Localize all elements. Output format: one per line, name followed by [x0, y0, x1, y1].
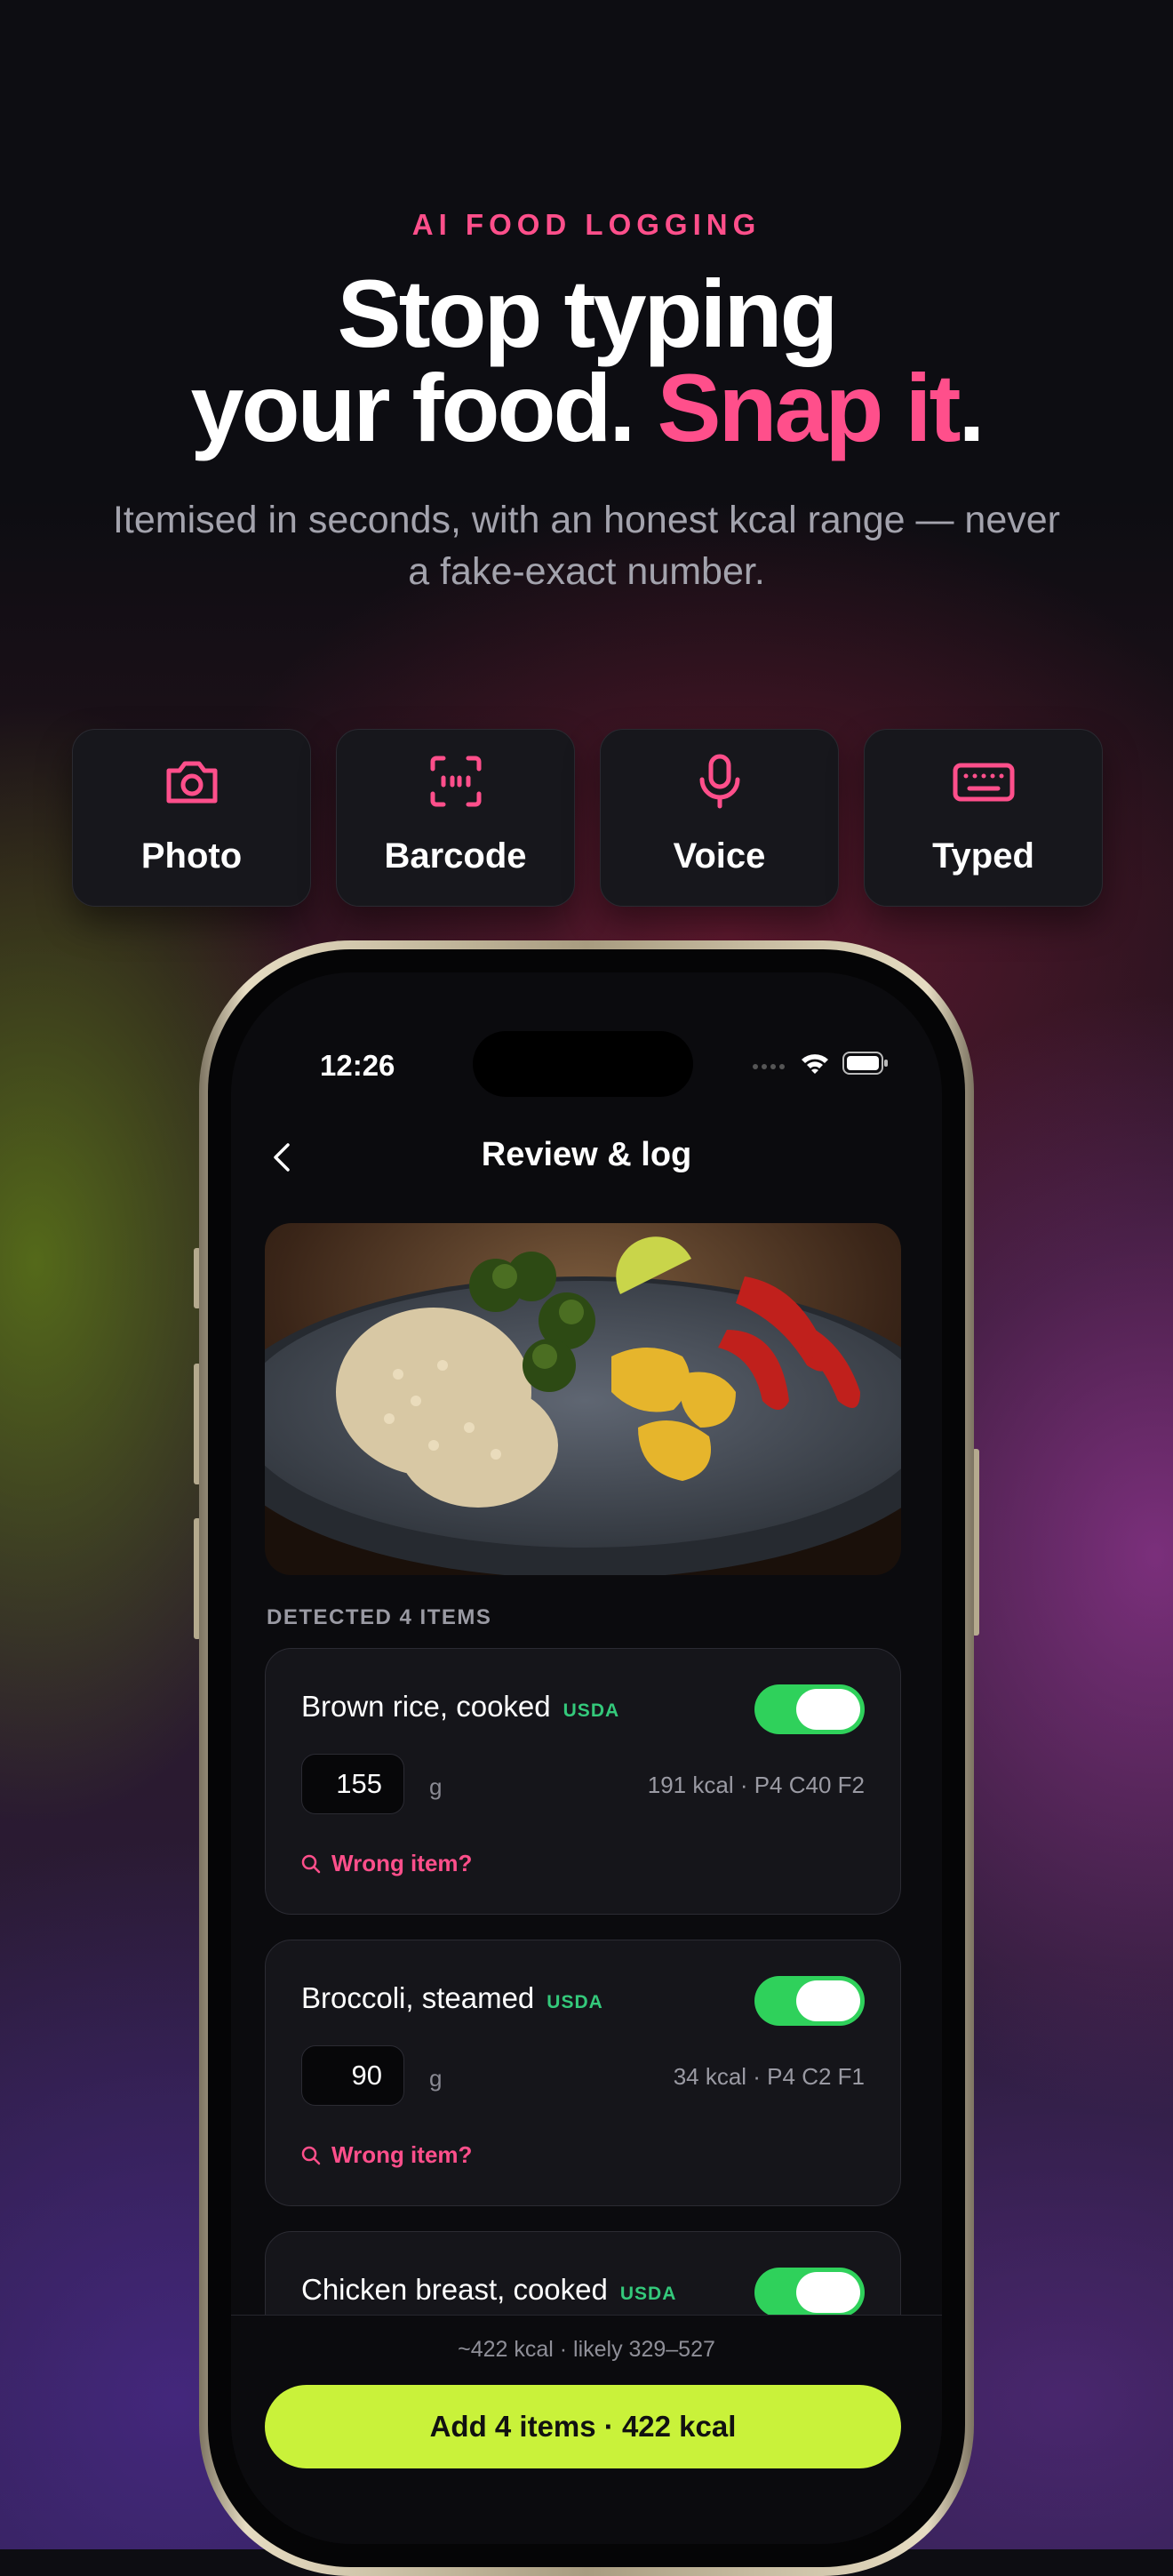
source-badge: USDA: [563, 1700, 620, 1721]
microphone-icon: [601, 753, 838, 810]
search-icon: [301, 1854, 321, 1873]
keyboard-icon: [865, 753, 1102, 810]
include-item-toggle[interactable]: [754, 1976, 865, 2026]
search-icon: [301, 2146, 321, 2164]
food-item-title: Chicken breast, cooked: [301, 2273, 608, 2306]
input-modes: Photo Barcode Voice Typed: [72, 729, 1103, 907]
log-footer: ~422 kcal · likely 329–527 Add 4 items ·…: [231, 2315, 942, 2544]
wrong-item-link[interactable]: Wrong item?: [301, 2141, 472, 2169]
phone-bezel: 12:26 Review & log DETECTED 4 ITEMS Brow…: [208, 949, 965, 2567]
camera-icon: [73, 753, 310, 810]
battery-icon: [842, 1052, 888, 1075]
macro-summary: 34 kcal · P4 C2 F1: [673, 2063, 865, 2090]
mode-label: Photo: [140, 836, 243, 876]
food-item-name: Chicken breast, cooked USDA: [301, 2273, 676, 2307]
cellular-signal-icon: [753, 1064, 785, 1069]
food-item-card: Brown rice, cooked USDA 155 g 191 kcal · …: [265, 1648, 901, 1915]
food-item-name: Broccoli, steamed USDA: [301, 1981, 603, 2015]
subtitle: Itemised in seconds, with an honest kcal…: [112, 499, 1060, 593]
quantity-input[interactable]: 90: [301, 2045, 404, 2106]
headline-accent: Snap it: [657, 354, 961, 461]
eyebrow-label: AI FOOD LOGGING: [411, 208, 762, 241]
toggle-knob: [796, 1689, 860, 1730]
wrong-item-label: Wrong item?: [331, 2141, 473, 2168]
dynamic-island: [473, 1031, 693, 1097]
status-icons: [752, 1051, 889, 1076]
phone-screen: 12:26 Review & log DETECTED 4 ITEMS Brow…: [231, 972, 942, 2544]
phone-frame: 12:26 Review & log DETECTED 4 ITEMS Brow…: [199, 940, 974, 2576]
quantity-unit: g: [429, 1773, 443, 1800]
mode-voice-button[interactable]: Voice: [600, 729, 839, 907]
wifi-icon: [802, 1054, 828, 1074]
headline-line-1: Stop typing: [337, 260, 839, 367]
headline-line-2: your food. Snap it.: [0, 360, 1173, 456]
barcode-scan-icon: [337, 753, 574, 810]
status-time: 12:26: [320, 1049, 395, 1082]
page-title: Review & log: [481, 1136, 692, 1173]
headline-period: .: [958, 354, 985, 461]
toggle-knob: [796, 1980, 860, 2021]
headline: Stop typing your food. Snap it.: [0, 260, 1173, 456]
detected-items-label: DETECTED 4 ITEMS: [267, 1605, 492, 1629]
mode-label: Barcode: [384, 836, 527, 876]
include-item-toggle[interactable]: [754, 1684, 865, 1734]
quantity-input[interactable]: 155: [301, 1754, 404, 1814]
source-badge: USDA: [619, 2284, 677, 2304]
wrong-item-link[interactable]: Wrong item?: [301, 1850, 472, 1877]
macro-summary: 191 kcal · P4 C40 F2: [647, 1772, 865, 1798]
food-item-name: Brown rice, cooked USDA: [301, 1690, 619, 1724]
mode-label: Voice: [673, 836, 766, 876]
meal-photo: [265, 1223, 901, 1575]
mode-typed-button[interactable]: Typed: [864, 729, 1103, 907]
kcal-range: ~422 kcal · likely 329–527: [458, 2337, 715, 2362]
source-badge: USDA: [547, 1992, 603, 2012]
toggle-knob: [796, 2272, 860, 2313]
mode-label: Typed: [932, 836, 1034, 876]
food-item-card: Broccoli, steamed USDA 90 g 34 kcal · P4 …: [265, 1940, 901, 2206]
wrong-item-label: Wrong item?: [331, 1850, 473, 1876]
headline-text: your food.: [190, 354, 658, 461]
include-item-toggle[interactable]: [754, 2268, 865, 2317]
mode-photo-button[interactable]: Photo: [72, 729, 311, 907]
mode-barcode-button[interactable]: Barcode: [336, 729, 575, 907]
add-items-button[interactable]: Add 4 items · 422 kcal: [265, 2385, 901, 2468]
food-item-title: Brown rice, cooked: [301, 1690, 551, 1723]
quantity-unit: g: [429, 2065, 443, 2092]
food-item-title: Broccoli, steamed: [301, 1981, 535, 2014]
